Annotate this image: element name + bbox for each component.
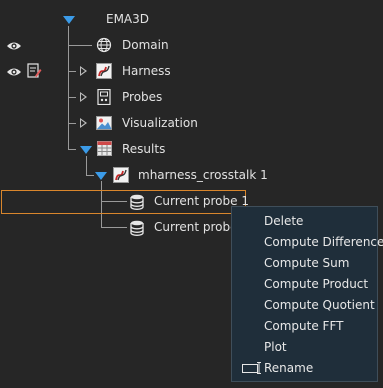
edit-document-icon[interactable] (27, 63, 42, 82)
globe-icon (96, 37, 112, 56)
probe-device-icon (97, 88, 111, 108)
database-icon (130, 194, 144, 213)
tree-item-visualization[interactable]: Visualization (122, 115, 198, 131)
collapsed-triangle-icon[interactable] (80, 92, 87, 102)
database-icon (130, 220, 144, 239)
eye-icon[interactable] (6, 40, 22, 55)
menu-item-rename[interactable]: Rename (264, 359, 313, 377)
menu-item-compute-fft[interactable]: Compute FFT (264, 317, 343, 335)
table-icon (97, 141, 112, 159)
rename-icon (242, 362, 262, 377)
tree-item-results[interactable]: Results (122, 141, 165, 157)
tree-item-probes[interactable]: Probes (122, 89, 162, 105)
tree-item-harness[interactable]: Harness (122, 63, 171, 79)
expanded-triangle-icon[interactable] (80, 146, 92, 154)
menu-item-compute-product[interactable]: Compute Product (264, 275, 368, 293)
context-menu: Delete Compute Difference Compute Sum Co… (231, 206, 383, 382)
expanded-triangle-icon[interactable] (63, 16, 75, 24)
tree-root-label[interactable]: EMA3D (106, 11, 149, 27)
harness-icon (96, 63, 112, 82)
expanded-triangle-icon[interactable] (95, 172, 107, 180)
menu-item-compute-quotient[interactable]: Compute Quotient (264, 296, 375, 314)
tree-item-domain[interactable]: Domain (122, 37, 169, 53)
menu-item-plot[interactable]: Plot (264, 338, 287, 356)
eye-icon[interactable] (6, 66, 22, 81)
collapsed-triangle-icon[interactable] (80, 118, 87, 128)
menu-item-compute-difference[interactable]: Compute Difference (264, 233, 383, 251)
tree-item-result-harness[interactable]: mharness_crosstalk 1 (138, 167, 268, 183)
harness-icon (113, 167, 129, 186)
collapsed-triangle-icon[interactable] (80, 66, 87, 76)
image-icon (96, 115, 113, 134)
menu-item-compute-sum[interactable]: Compute Sum (264, 254, 349, 272)
menu-item-delete[interactable]: Delete (264, 212, 303, 230)
